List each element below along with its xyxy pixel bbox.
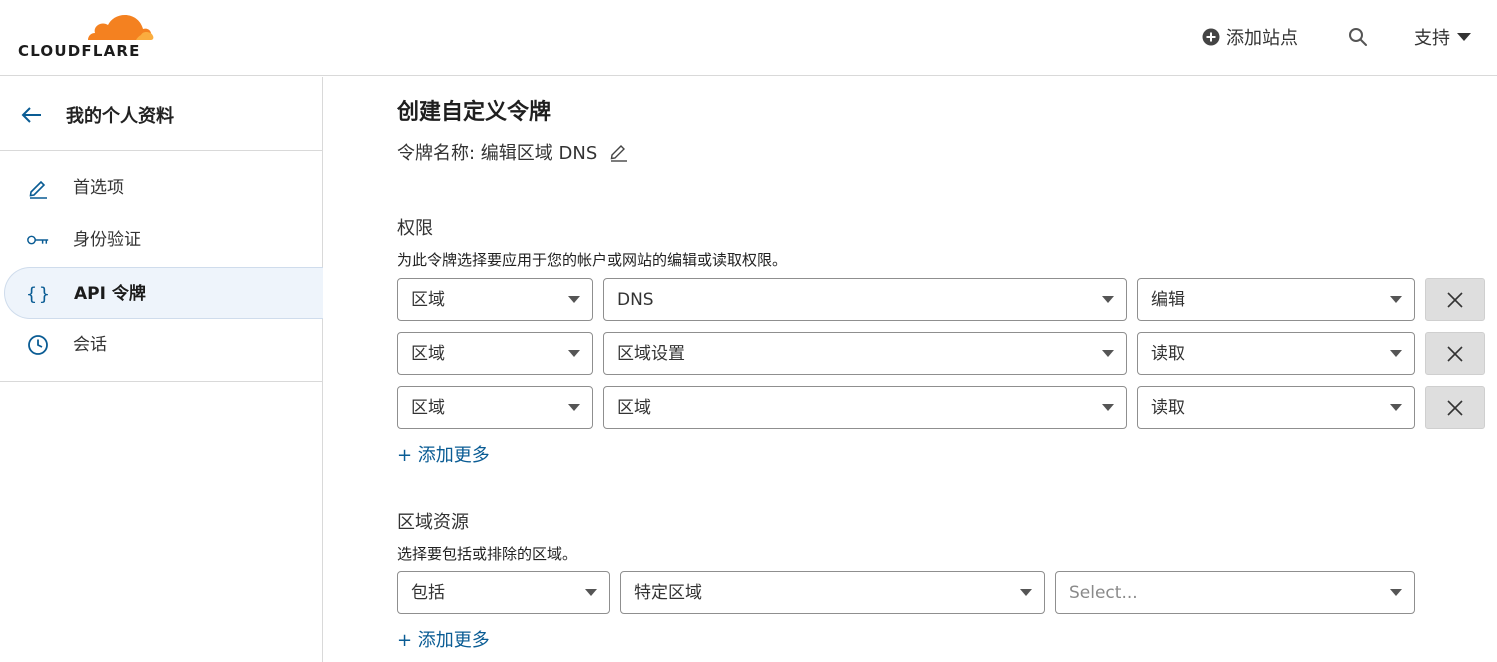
logo-wordmark: CLOUDFLARE <box>18 42 141 60</box>
select-value: 区域 <box>617 398 651 418</box>
remove-permission-button[interactable] <box>1425 332 1485 375</box>
permission-resource-select[interactable]: DNS <box>603 278 1127 321</box>
add-site-label: 添加站点 <box>1226 28 1298 49</box>
caret-down-icon <box>1390 350 1402 357</box>
remove-permission-button[interactable] <box>1425 386 1485 429</box>
search-button[interactable] <box>1346 25 1370 49</box>
remove-permission-button[interactable] <box>1425 278 1485 321</box>
close-icon <box>1447 345 1463 362</box>
sidebar-item-label: 首选项 <box>73 178 124 198</box>
pencil-icon <box>610 145 628 162</box>
permission-scope-select[interactable]: 区域 <box>397 332 593 375</box>
key-icon <box>26 228 50 252</box>
add-more-permissions-link[interactable]: + 添加更多 <box>397 441 490 467</box>
permission-scope-select[interactable]: 区域 <box>397 278 593 321</box>
select-value: 区域 <box>411 344 445 364</box>
permission-resource-select[interactable]: 区域 <box>603 386 1127 429</box>
main-content: 创建自定义令牌 令牌名称: 编辑区域 DNS 权限 为此令牌选择要应用于您的帐户… <box>324 77 1497 662</box>
sidebar-item-api-tokens[interactable]: {} API 令牌 <box>4 267 323 319</box>
cloud-icon <box>88 15 154 40</box>
sidebar-item-authentication[interactable]: 身份验证 <box>0 214 322 266</box>
select-value: 包括 <box>411 583 445 603</box>
close-icon <box>1447 399 1463 416</box>
zone-resources-title: 区域资源 <box>397 512 469 533</box>
select-placeholder: Select... <box>1069 583 1138 603</box>
select-value: 区域 <box>411 398 445 418</box>
caret-down-icon <box>1390 404 1402 411</box>
permissions-description: 为此令牌选择要应用于您的帐户或网站的编辑或读取权限。 <box>397 251 788 269</box>
page-title: 创建自定义令牌 <box>397 100 552 125</box>
close-icon <box>1447 291 1463 308</box>
clock-icon <box>26 333 50 357</box>
select-value: 特定区域 <box>634 583 702 603</box>
edit-token-name-button[interactable] <box>609 142 629 162</box>
back-button[interactable] <box>20 103 44 127</box>
braces-icon: {} <box>26 283 52 305</box>
add-more-zones-link[interactable]: + 添加更多 <box>397 626 490 652</box>
sidebar-item-label: 会话 <box>73 335 107 355</box>
top-header: CLOUDFLARE 添加站点 支持 <box>0 0 1497 76</box>
permission-access-select[interactable]: 读取 <box>1137 332 1415 375</box>
support-label: 支持 <box>1414 28 1450 49</box>
sidebar-divider <box>0 381 322 382</box>
arrow-left-icon <box>21 107 41 123</box>
token-name-label: 令牌名称: 编辑区域 DNS <box>397 143 598 164</box>
caret-down-icon <box>1020 589 1032 596</box>
caret-down-icon <box>585 589 597 596</box>
caret-down-icon <box>1390 589 1402 596</box>
sidebar-item-preferences[interactable]: 首选项 <box>0 162 322 214</box>
select-value: 读取 <box>1151 398 1185 418</box>
permission-scope-select[interactable]: 区域 <box>397 386 593 429</box>
sidebar-header: 我的个人资料 <box>0 77 322 151</box>
zone-include-select[interactable]: 包括 <box>397 571 610 614</box>
sidebar-title: 我的个人资料 <box>66 106 174 127</box>
select-value: 读取 <box>1151 344 1185 364</box>
search-icon <box>1349 28 1367 46</box>
pencil-icon <box>26 176 50 200</box>
sidebar-item-label: 身份验证 <box>73 230 141 250</box>
permission-access-select[interactable]: 读取 <box>1137 386 1415 429</box>
token-name-row: 令牌名称: 编辑区域 DNS <box>397 139 629 165</box>
zone-type-select[interactable]: 特定区域 <box>620 571 1045 614</box>
zone-select[interactable]: Select... <box>1055 571 1415 614</box>
cloudflare-logo[interactable]: CLOUDFLARE <box>18 10 158 62</box>
caret-down-icon <box>568 350 580 357</box>
add-site-button[interactable]: 添加站点 <box>1202 25 1298 49</box>
select-value: 区域设置 <box>617 344 685 364</box>
support-menu[interactable]: 支持 <box>1414 25 1474 49</box>
select-value: 编辑 <box>1151 290 1185 310</box>
sidebar-item-sessions[interactable]: 会话 <box>0 319 322 371</box>
caret-down-icon <box>1457 33 1471 41</box>
permissions-title: 权限 <box>397 218 433 239</box>
caret-down-icon <box>1102 296 1114 303</box>
permission-access-select[interactable]: 编辑 <box>1137 278 1415 321</box>
select-value: DNS <box>617 290 654 310</box>
caret-down-icon <box>1102 404 1114 411</box>
sidebar-item-label: API 令牌 <box>74 284 146 304</box>
plus-circle-icon <box>1202 28 1220 46</box>
caret-down-icon <box>1390 296 1402 303</box>
caret-down-icon <box>1102 350 1114 357</box>
zone-resources-description: 选择要包括或排除的区域。 <box>397 545 578 563</box>
profile-sidebar: 我的个人资料 首选项 身份验证 {} API 令牌 会话 <box>0 77 323 662</box>
caret-down-icon <box>568 404 580 411</box>
permission-resource-select[interactable]: 区域设置 <box>603 332 1127 375</box>
select-value: 区域 <box>411 290 445 310</box>
caret-down-icon <box>568 296 580 303</box>
